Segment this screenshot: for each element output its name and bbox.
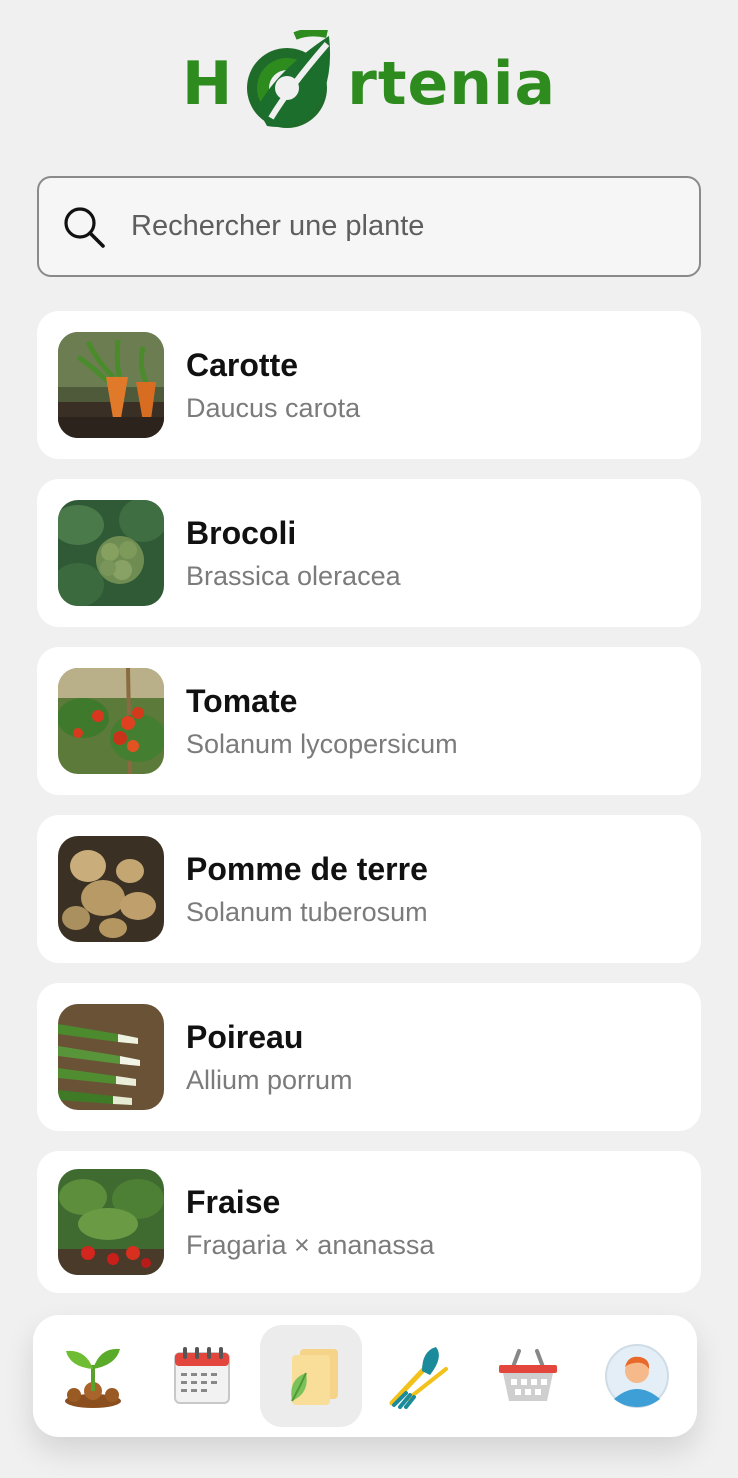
search-bar[interactable] [37,176,701,277]
search-input[interactable] [131,210,651,243]
plant-card-tomate[interactable]: Tomate Solanum lycopersicum [37,647,701,795]
plant-name: Carotte [186,346,299,383]
plant-name: Pomme de terre [186,850,428,887]
logo-letter-h: H [182,49,234,119]
plant-name: Poireau [186,1018,304,1055]
app-logo: H rtenia [0,30,738,138]
plant-card-pomme-de-terre[interactable]: Pomme de terre Solanum tuberosum [37,815,701,963]
garden-tools-icon [389,1347,449,1409]
plant-cards-icon [290,1349,338,1405]
search-icon [64,206,105,248]
nav-profile[interactable] [586,1325,688,1427]
app-screen: H rtenia Rechercher une plante Carotte D… [0,0,738,1478]
plant-name: Tomate [186,682,298,719]
plant-name: Fraise [186,1183,281,1220]
bottom-navigation [33,1315,697,1437]
plant-latin-name: Solanum tuberosum [186,897,428,927]
plant-card-carotte[interactable]: Carotte Daucus carota [37,311,701,459]
strawberry-photo [58,1169,164,1275]
plant-card-fraise[interactable]: Fraise Fragaria × ananassa [37,1151,701,1293]
calendar-icon [173,1347,230,1404]
plant-latin-name: Allium porrum [186,1065,353,1095]
plant-card-poireau[interactable]: Poireau Allium porrum [37,983,701,1131]
nav-calendar[interactable] [151,1325,253,1427]
plant-latin-name: Brassica oleracea [186,561,401,591]
plant-list: Carotte Daucus carota Brocoli Brassica o… [37,311,701,1313]
plant-latin-name: Solanum lycopersicum [186,729,458,759]
plant-latin-name: Fragaria × ananassa [186,1230,435,1260]
nav-garden-tools[interactable] [368,1325,470,1427]
basket-icon [498,1349,557,1401]
sprout-icon [65,1348,122,1408]
tomato-photo [58,668,164,774]
profile-avatar-icon [604,1344,669,1408]
nav-basket[interactable] [477,1325,579,1427]
carrot-photo [58,332,164,438]
logo-word-rtenia: rtenia [347,49,556,119]
potato-photo [58,836,164,942]
plant-card-brocoli[interactable]: Brocoli Brassica oleracea [37,479,701,627]
nav-sprout[interactable] [42,1325,144,1427]
plant-name: Brocoli [186,514,297,551]
broccoli-photo [58,500,164,606]
plant-latin-name: Daucus carota [186,393,361,423]
nav-plant-cards[interactable] [259,1325,362,1427]
leaf-o-logo-icon [247,30,331,128]
leek-photo [58,1004,164,1110]
